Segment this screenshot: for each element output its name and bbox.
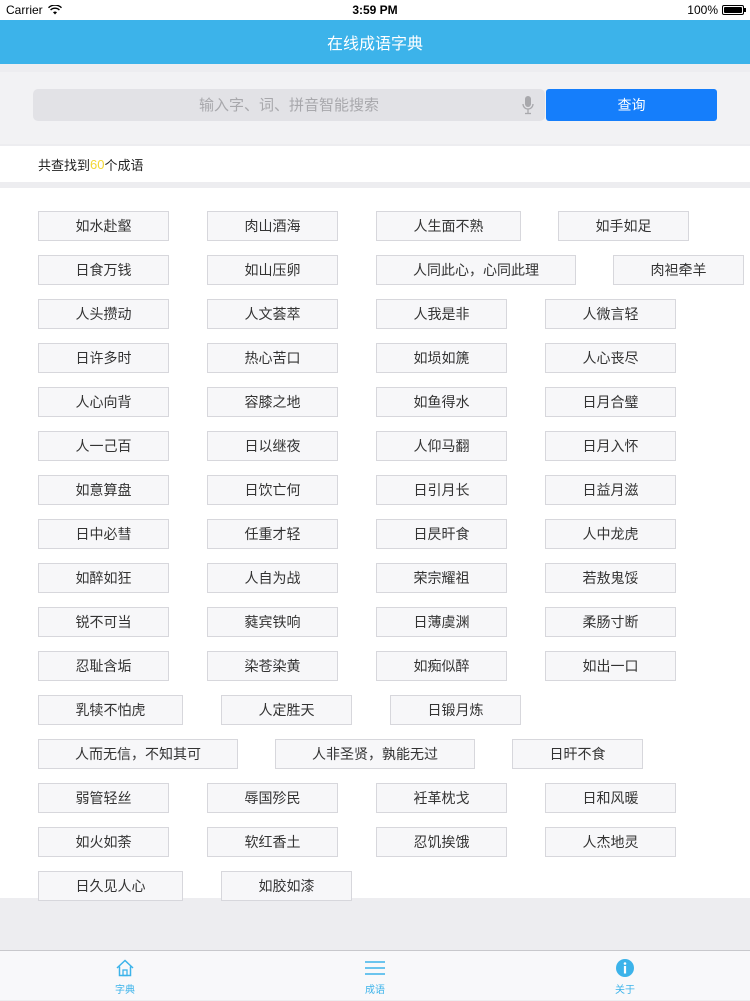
idiom-item[interactable]: 日食万钱 [38,255,169,285]
idiom-item[interactable]: 如埙如篪 [376,343,507,373]
idiom-item[interactable]: 日月入怀 [545,431,676,461]
idiom-item[interactable]: 人同此心，心同此理 [376,255,576,285]
idiom-item[interactable]: 忍饥挨饿 [376,827,507,857]
idiom-item[interactable]: 衽革枕戈 [376,783,507,813]
search-box [33,89,545,121]
idiom-item[interactable]: 人微言轻 [545,299,676,329]
idiom-item[interactable]: 人非圣贤，孰能无过 [275,739,475,769]
idiom-item[interactable]: 肉山酒海 [207,211,338,241]
idiom-item[interactable]: 人一己百 [38,431,169,461]
nav-bar: 在线成语字典 [0,20,750,64]
idiom-item[interactable]: 如出一口 [545,651,676,681]
idiom-item[interactable]: 日和风暖 [545,783,676,813]
result-prefix: 共查找到 [38,157,91,173]
idiom-item[interactable]: 如山压卵 [207,255,338,285]
tab-about[interactable]: 关于 [565,951,685,1001]
page-title: 在线成语字典 [326,36,423,53]
idiom-item[interactable]: 热心苦口 [207,343,338,373]
idiom-item[interactable]: 日许多时 [38,343,169,373]
idiom-item[interactable]: 如水赴壑 [38,211,169,241]
idiom-item[interactable]: 如胶如漆 [221,871,352,901]
search-button[interactable]: 查询 [546,89,717,121]
idiom-item[interactable]: 人自为战 [207,563,338,593]
idiom-item[interactable]: 日益月滋 [545,475,676,505]
idiom-item[interactable]: 日薄虞渊 [376,607,507,637]
idiom-item[interactable]: 人心向背 [38,387,169,417]
idiom-item[interactable]: 人仰马翻 [376,431,507,461]
idiom-list: 如水赴壑 肉山酒海 人生面不熟 如手如足日食万钱 如山压卵 人同此心，心同此理 肉袒牵羊人头… [0,188,750,901]
idiom-item[interactable]: 人头攒动 [38,299,169,329]
idiom-item[interactable]: 若敖鬼馁 [545,563,676,593]
idiom-item[interactable]: 如意算盘 [38,475,169,505]
tab-label: 成语 [365,984,385,996]
idiom-item[interactable]: 容膝之地 [207,387,338,417]
idiom-item[interactable]: 任重才轻 [207,519,338,549]
tab-idioms[interactable]: 成语 [315,951,435,1001]
idiom-item[interactable]: 日以继夜 [207,431,338,461]
tab-label: 字典 [115,984,135,996]
idiom-item[interactable]: 锐不可当 [38,607,169,637]
result-suffix: 个成语 [104,157,144,173]
idiom-item[interactable]: 日昃旰食 [376,519,507,549]
idiom-item[interactable]: 弱管轻丝 [38,783,169,813]
idiom-item[interactable]: 日中必彗 [38,519,169,549]
idiom-item[interactable]: 如手如足 [558,211,689,241]
idiom-item[interactable]: 人定胜天 [221,695,352,725]
idiom-item[interactable]: 日饮亡何 [207,475,338,505]
result-count-number: 60 [90,156,105,172]
idiom-item[interactable]: 人文荟萃 [207,299,338,329]
idiom-item[interactable]: 日锻月炼 [390,695,521,725]
search-area: 查询 [0,72,750,144]
tab-dictionary[interactable]: 字典 [65,951,185,1001]
idiom-item[interactable]: 日月合璧 [545,387,676,417]
idiom-item[interactable]: 如鱼得水 [376,387,507,417]
idiom-item[interactable]: 日引月长 [376,475,507,505]
tab-bar: 字典 成语 关于 [0,950,750,1000]
microphone-icon[interactable] [521,95,535,115]
idiom-item[interactable]: 如醉如狂 [38,563,169,593]
idiom-item[interactable]: 荣宗耀祖 [376,563,507,593]
idiom-item[interactable]: 日旰不食 [512,739,643,769]
idiom-item[interactable]: 如火如荼 [38,827,169,857]
idiom-item[interactable]: 人中龙虎 [545,519,676,549]
idiom-item[interactable]: 如痴似醉 [376,651,507,681]
search-input[interactable] [33,89,545,121]
status-right: 100% [687,3,746,17]
info-icon [616,958,634,977]
status-bar: Carrier 3:59 PM 100% [0,0,750,20]
result-count: 共查找到 60 个成语 [0,146,750,182]
idiom-item[interactable]: 人我是非 [376,299,507,329]
idiom-item[interactable]: 人杰地灵 [545,827,676,857]
battery-icon [722,5,746,15]
battery-percent: 100% [687,3,718,17]
tab-label: 关于 [615,984,635,996]
idiom-item[interactable]: 人生面不熟 [376,211,521,241]
idiom-item[interactable]: 辱国殄民 [207,783,338,813]
idiom-item[interactable]: 软红香土 [207,827,338,857]
idiom-item[interactable]: 日久见人心 [38,871,183,901]
idiom-item[interactable]: 人而无信，不知其可 [38,739,238,769]
idiom-item[interactable]: 人心丧尽 [545,343,676,373]
home-icon [116,958,134,976]
idiom-item[interactable]: 柔肠寸断 [545,607,676,637]
idiom-item[interactable]: 蕤宾铁响 [207,607,338,637]
idiom-item[interactable]: 肉袒牵羊 [613,255,744,285]
clock: 3:59 PM [352,3,398,17]
idiom-item[interactable]: 乳犊不怕虎 [38,695,183,725]
idiom-item[interactable]: 染苍染黄 [207,651,338,681]
list-icon [365,960,385,975]
idiom-item[interactable]: 忍耻含垢 [38,651,169,681]
